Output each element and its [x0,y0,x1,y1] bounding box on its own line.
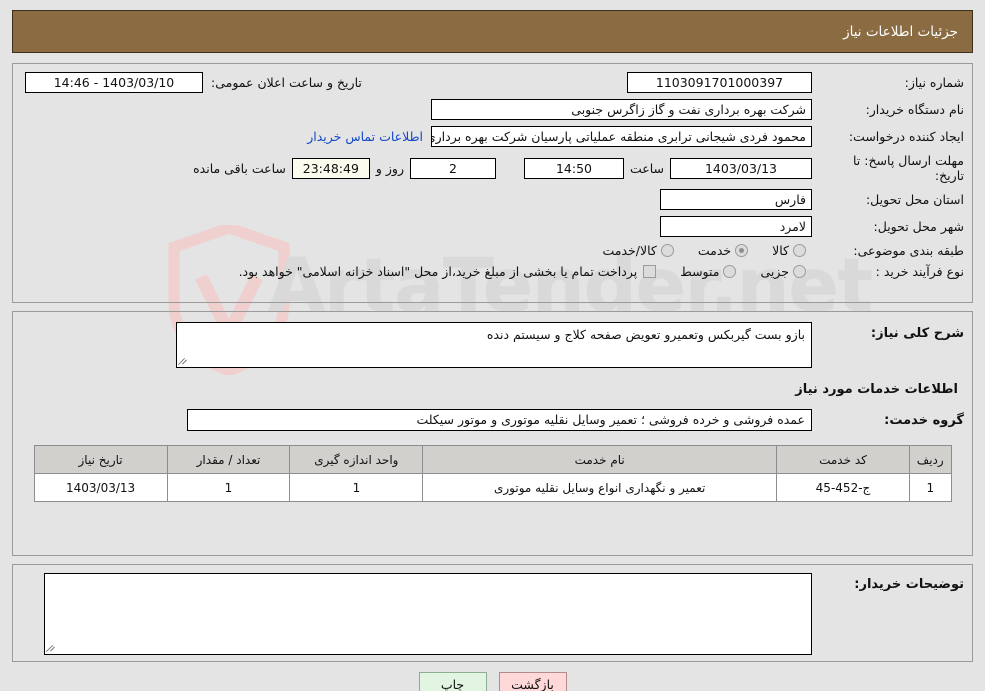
footer-actions: بازگشت چاپ [0,672,985,691]
deadline-hour-label: ساعت [629,160,664,176]
radio-category-kala-khedmat-label: کالا/خدمت [602,243,657,258]
category-row: طبقه بندی موضوعی: کالا خدمت کالا/خدمت [21,243,964,258]
need-number-row: شماره نیاز: 1103091701000397 تاریخ و ساع… [21,72,964,93]
th-service-code: کد خدمت [775,445,911,474]
need-number-label: شماره نیاز: [904,75,964,90]
province-row: استان محل تحویل: فارس [21,189,964,210]
remaining-days-label: روز و [375,160,404,176]
process-type-row: نوع فرآیند خرید : جزیی متوسط پرداخت تمام… [21,264,964,279]
deadline-label-line1: مهلت ارسال پاسخ: تا [853,153,964,168]
resize-grip-icon [179,356,189,366]
th-quantity: تعداد / مقدار [166,445,291,474]
description-textarea[interactable]: بازو بست گیربکس وتعمیرو تعویض صفحه کلاج … [176,322,812,368]
needs-table-wrapper: ردیف کد خدمت نام خدمت واحد اندازه گیری ت… [21,445,964,502]
announce-datetime-field[interactable]: 14:46 - 1403/03/10 [25,72,203,93]
th-need-date: تاریخ نیاز [33,445,168,474]
service-group-row: گروه خدمت: عمده فروشی و خرده فروشی ؛ تعم… [21,409,964,431]
buyer-org-row: نام دستگاه خریدار: شرکت بهره برداری نفت … [21,99,964,120]
radio-category-kala[interactable] [793,244,806,257]
description-label: شرح کلی نیاز: [870,326,964,341]
print-button[interactable]: چاپ [418,672,487,691]
table-header-row: ردیف کد خدمت نام خدمت واحد اندازه گیری ت… [33,445,952,474]
service-details-panel: شرح کلی نیاز: بازو بست گیربکس وتعمیرو تع… [12,311,973,556]
page-header: جزئیات اطلاعات نیاز [12,10,973,53]
needs-table: ردیف کد خدمت نام خدمت واحد اندازه گیری ت… [33,445,952,502]
buyer-notes-row: توضیحات خریدار: [21,573,964,655]
buyer-org-label: نام دستگاه خریدار: [865,102,964,117]
page-title: جزئیات اطلاعات نیاز [843,23,958,40]
buyer-notes-panel: توضیحات خریدار: [12,564,973,662]
radio-process-jozei[interactable] [793,265,806,278]
requester-field[interactable]: محمود فردی شیجانی ترابری منطقه عملیاتی پ… [431,126,812,147]
announce-group: تاریخ و ساعت اعلان عمومی: 14:46 - 1403/0… [21,72,362,93]
services-section-title: اطلاعات خدمات مورد نیاز [795,382,958,397]
province-label: استان محل تحویل: [865,192,964,207]
remaining-time-label: ساعت باقی مانده [193,160,286,176]
cell-row-no: 1 [909,473,952,502]
th-service-name: نام خدمت [422,445,777,474]
need-info-panel: شماره نیاز: 1103091701000397 تاریخ و ساع… [12,63,973,303]
city-label: شهر محل تحویل: [873,219,964,234]
need-number-field[interactable]: 1103091701000397 [627,72,812,93]
deadline-label-line2: تاریخ: [934,168,964,183]
radio-process-motavaset[interactable] [723,265,737,278]
cell-service-code: ج-452-45 [775,473,911,502]
radio-category-kala-khedmat[interactable] [660,244,674,257]
announce-label: تاریخ و ساعت اعلان عمومی: [211,75,362,90]
province-field[interactable]: فارس [660,189,812,210]
remaining-days-field[interactable]: 2 [409,157,496,179]
description-text: بازو بست گیربکس وتعمیرو تعویض صفحه کلاج … [486,327,805,342]
treasury-bonds-checkbox[interactable] [643,265,657,278]
radio-category-kala-label: کالا [772,243,789,258]
buyer-contact-link[interactable]: اطلاعات تماس خریدار [307,129,423,144]
city-field[interactable]: لامرد [660,216,812,237]
service-group-field[interactable]: عمده فروشی و خرده فروشی ؛ تعمیر وسایل نق… [187,409,812,431]
cell-need-date: 1403/03/13 [33,473,168,502]
requester-row: ایجاد کننده درخواست: محمود فردی شیجانی ت… [21,126,964,147]
buyer-notes-textarea[interactable] [44,573,812,655]
deadline-hour-field[interactable]: 14:50 [523,157,624,179]
process-type-label: نوع فرآیند خرید : [875,264,964,279]
cell-unit: 1 [289,473,424,502]
deadline-date-field[interactable]: 1403/03/13 [670,157,812,179]
radio-process-jozei-label: جزیی [760,264,789,279]
cell-service-name: تعمیر و نگهداری انواع وسایل نقلیه موتوری [422,473,777,502]
th-row-no: ردیف [909,445,952,474]
buyer-notes-label: توضیحات خریدار: [854,577,964,592]
buyer-org-field[interactable]: شرکت بهره برداری نفت و گاز زاگرس جنوبی [431,99,812,120]
th-unit: واحد اندازه گیری [289,445,424,474]
remaining-time-field[interactable]: 23:48:49 [291,157,370,179]
description-row: شرح کلی نیاز: بازو بست گیربکس وتعمیرو تع… [21,322,964,368]
radio-category-khedmat[interactable] [735,244,749,257]
cell-quantity: 1 [166,473,291,502]
resize-grip-icon [47,643,57,653]
table-row: 1 ج-452-45 تعمیر و نگهداری انواع وسایل ن… [33,473,952,502]
city-row: شهر محل تحویل: لامرد [21,216,964,237]
back-button[interactable]: بازگشت [498,672,567,691]
service-group-label: گروه خدمت: [884,412,964,428]
requester-label: ایجاد کننده درخواست: [848,129,964,144]
category-label: طبقه بندی موضوعی: [853,243,964,258]
deadline-label: مهلت ارسال پاسخ: تا تاریخ: [812,153,964,183]
radio-category-khedmat-label: خدمت [697,243,732,258]
radio-process-motavaset-label: متوسط [680,264,720,279]
treasury-bonds-note: پرداخت تمام یا بخشی از مبلغ خرید،از محل … [238,264,638,279]
deadline-row: مهلت ارسال پاسخ: تا تاریخ: 1403/03/13 سا… [21,153,964,183]
